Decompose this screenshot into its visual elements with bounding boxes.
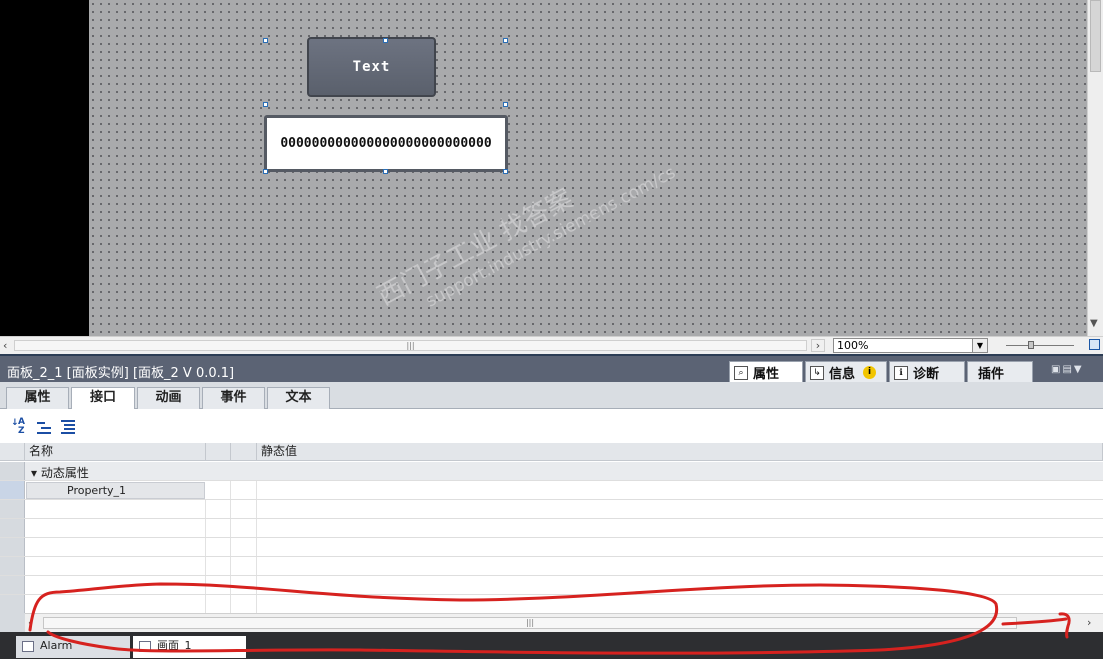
group-label: 动态属性 <box>40 466 89 480</box>
canvas-bottom-bar: ‹ ||| › 100% ▼ <box>0 336 1103 355</box>
inspector-sub-tabs: 属性 接口 动画 事件 文本 <box>0 382 1103 410</box>
selection-handle[interactable] <box>263 102 268 107</box>
scroll-left-arrow-icon[interactable]: ‹ <box>28 616 32 629</box>
column-header[interactable] <box>206 443 231 461</box>
tab-diagnostics[interactable]: ℹ 诊断 <box>889 361 965 383</box>
scroll-left-arrow-icon[interactable]: ‹ <box>3 339 7 352</box>
scroll-thumb[interactable]: ||| <box>43 617 1017 629</box>
expand-all-icon[interactable] <box>59 419 75 435</box>
tab-label: 插件 <box>978 367 1005 382</box>
column-header-name[interactable]: 名称 <box>25 443 206 461</box>
hmi-screen-canvas[interactable] <box>89 0 1087 336</box>
column-header-static-value[interactable]: 静态值 <box>257 443 1103 461</box>
selection-handle[interactable] <box>503 102 508 107</box>
selection-handle[interactable] <box>263 169 268 174</box>
scroll-thumb[interactable] <box>1090 0 1101 72</box>
tab-info[interactable]: ↳ 信息 i <box>805 361 887 383</box>
subtab-interface[interactable]: 接口 <box>71 387 135 410</box>
diagnostics-icon: ℹ <box>894 365 908 380</box>
window-controls-icon[interactable]: ▣▤▼ <box>1051 364 1084 375</box>
table-row[interactable] <box>0 576 1103 595</box>
table-cell[interactable] <box>231 481 257 499</box>
subtab-animation[interactable]: 动画 <box>137 387 200 409</box>
canvas-vertical-scrollbar[interactable]: ▼ <box>1087 0 1103 336</box>
tab-label: 属性 <box>753 367 780 382</box>
subtab-properties[interactable]: 属性 <box>6 387 69 409</box>
selection-handle[interactable] <box>503 169 508 174</box>
selection-handle[interactable] <box>263 38 268 43</box>
sort-az-icon[interactable]: ↓ A Z <box>11 417 27 436</box>
info-badge-icon: i <box>863 366 877 379</box>
group-expander[interactable]: ▾ 动态属性 <box>31 464 89 481</box>
canvas-left-margin <box>0 0 89 336</box>
table-row[interactable] <box>0 538 1103 557</box>
selection-handle[interactable] <box>383 38 388 43</box>
hmi-text-button[interactable]: Text <box>307 37 436 97</box>
editor-tab-alarm[interactable]: Alarm <box>16 636 130 658</box>
editor-tab-label: 画面_1 <box>157 639 192 652</box>
subtab-events[interactable]: 事件 <box>202 387 265 409</box>
screen-icon <box>139 641 151 652</box>
editor-tab-label: Alarm <box>40 639 73 652</box>
subtab-texts[interactable]: 文本 <box>267 387 330 409</box>
scroll-right-arrow-icon[interactable]: › <box>1087 616 1091 629</box>
info-icon: ↳ <box>810 365 824 380</box>
table-row[interactable] <box>0 519 1103 538</box>
table-row[interactable] <box>0 500 1103 519</box>
hmi-io-field[interactable]: 000000000000000000000000000 <box>264 115 508 172</box>
row-header <box>0 462 25 480</box>
tab-label: 诊断 <box>913 367 940 382</box>
row-header-corner <box>0 443 25 461</box>
row-header-column <box>0 613 25 632</box>
inspector-horizontal-scrollbar[interactable]: ‹ ||| › <box>25 613 1103 632</box>
tab-properties[interactable]: ⌕ 属性 <box>729 361 803 383</box>
zoom-fit-icon[interactable] <box>1089 339 1100 350</box>
inspector-title: 面板_2_1 [面板实例] [面板_2 V 0.0.1] <box>7 366 235 381</box>
tab-plugins[interactable]: 插件 <box>967 361 1033 383</box>
inspector-toolbar: ↓ A Z <box>0 409 1103 443</box>
collapse-icon[interactable] <box>35 419 51 435</box>
table-row[interactable] <box>0 557 1103 576</box>
zoom-select[interactable]: 100% ▼ <box>833 338 988 353</box>
properties-icon: ⌕ <box>734 365 748 380</box>
zoom-slider-knob[interactable] <box>1028 341 1034 349</box>
table-cell[interactable] <box>206 481 231 499</box>
editor-bar: Alarm 画面_1 <box>0 632 1103 659</box>
zoom-value: 100% <box>837 339 869 352</box>
table-group-row[interactable]: ▾ 动态属性 <box>0 462 1103 481</box>
scroll-right-arrow-icon[interactable]: › <box>811 339 825 352</box>
editor-tab-screen-1[interactable]: 画面_1 <box>133 636 246 658</box>
table-row[interactable] <box>0 595 1103 614</box>
row-header[interactable] <box>0 481 25 499</box>
column-header[interactable] <box>231 443 257 461</box>
table-row[interactable]: Property_1 <box>0 481 1103 500</box>
zoom-slider[interactable] <box>1006 341 1074 349</box>
selection-handle[interactable] <box>383 169 388 174</box>
chevron-down-icon[interactable]: ▼ <box>972 339 987 352</box>
tab-label: 信息 <box>829 367 856 382</box>
selection-handle[interactable] <box>503 38 508 43</box>
scroll-down-arrow-icon[interactable]: ▼ <box>1090 318 1098 329</box>
property-name-cell[interactable]: Property_1 <box>26 482 205 499</box>
canvas-horizontal-scrollbar[interactable]: ||| <box>14 340 807 351</box>
interface-table: 名称 静态值 ▾ 动态属性 Property_1 <box>0 443 1103 614</box>
screen-icon <box>22 641 34 652</box>
inspector-title-bar: 面板_2_1 [面板实例] [面板_2 V 0.0.1] ⌕ 属性 ↳ 信息 i… <box>0 354 1103 383</box>
